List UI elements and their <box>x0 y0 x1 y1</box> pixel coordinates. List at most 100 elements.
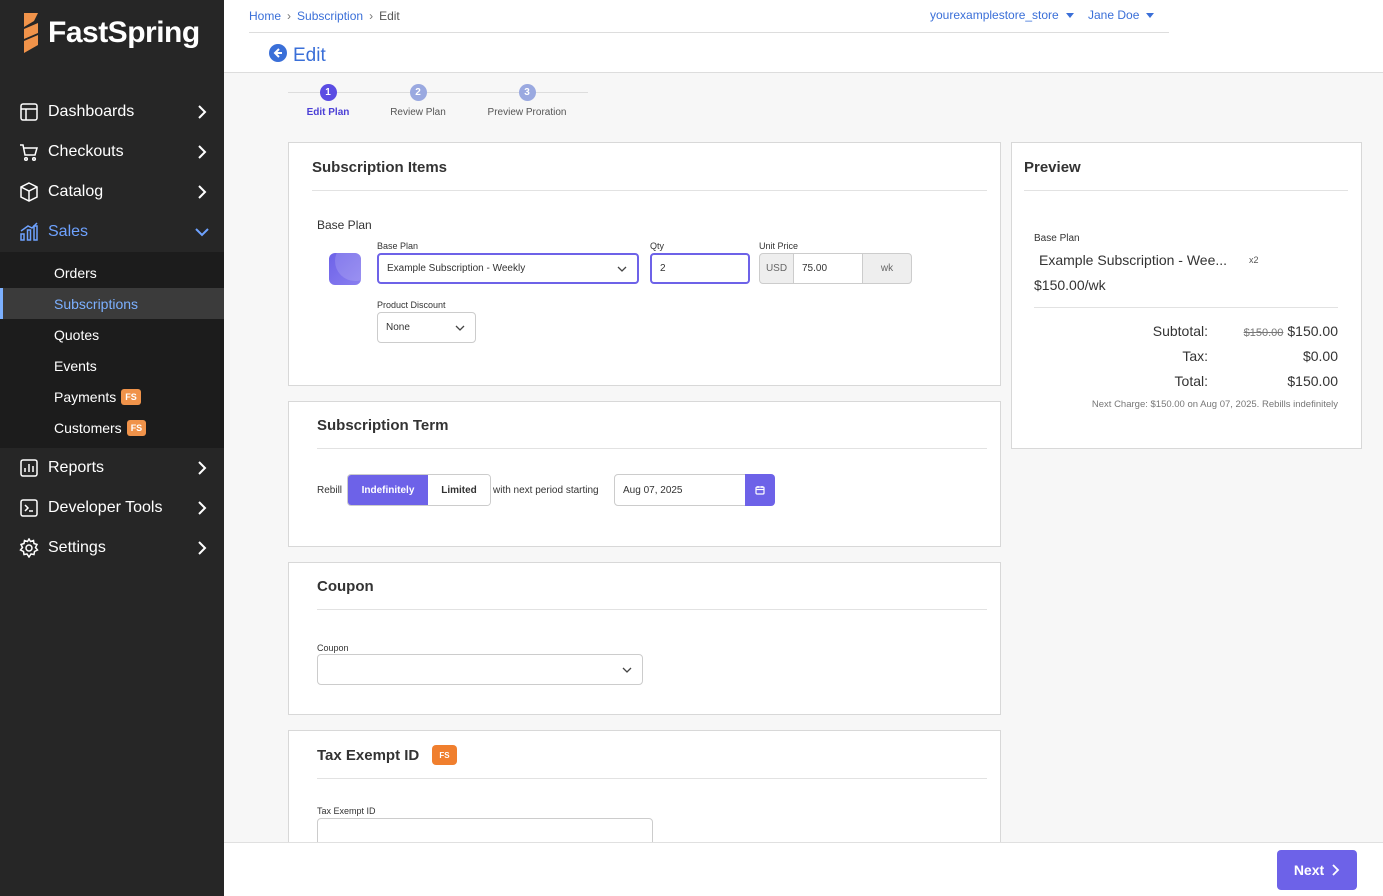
user-menu[interactable]: Jane Doe <box>1088 8 1155 22</box>
calendar-button[interactable] <box>745 474 775 506</box>
unit-price-input[interactable]: 75.00 <box>793 253 863 284</box>
fastspring-logo-icon <box>24 13 38 53</box>
subnav-item-events[interactable]: Events <box>0 350 224 381</box>
bottom-action-bar: Next <box>224 842 1383 896</box>
next-button[interactable]: Next <box>1277 850 1357 890</box>
card-divider <box>312 190 987 191</box>
subnav-item-label: Orders <box>54 264 97 281</box>
start-date-value: Aug 07, 2025 <box>623 484 683 496</box>
subtotal-label: Subtotal: <box>1152 323 1208 339</box>
step-preview-proration[interactable]: 3 Preview Proration <box>478 84 576 118</box>
step-number: 1 <box>319 84 337 101</box>
store-switcher[interactable]: yourexamplestore_store <box>930 8 1074 22</box>
chevron-right-icon <box>194 540 210 556</box>
chart-icon <box>18 221 40 243</box>
step-label: Edit Plan <box>306 107 350 118</box>
step-label: Review Plan <box>390 107 446 118</box>
plan-image <box>329 253 361 285</box>
sales-subnav: Orders Subscriptions Quotes Events Payme… <box>0 252 224 448</box>
sidebar-item-catalog[interactable]: Catalog <box>0 172 224 212</box>
store-name: yourexamplestore_store <box>930 8 1059 22</box>
breadcrumb-current: Edit <box>379 9 400 23</box>
sidebar-item-label: Settings <box>48 539 106 556</box>
subtotal-amount: $150.00 $150.00 <box>1208 323 1338 339</box>
subscription-items-card: Subscription Items Base Plan Base Plan E… <box>288 142 1001 386</box>
chevron-right-icon <box>194 500 210 516</box>
subnav-item-label: Customers <box>54 419 122 436</box>
chevron-right-icon <box>194 460 210 476</box>
calendar-icon <box>755 486 765 495</box>
sidebar-item-label: Checkouts <box>48 143 124 160</box>
breadcrumb-subscription-link[interactable]: Subscription <box>297 9 363 23</box>
fs-badge: FS <box>126 419 147 436</box>
sidebar-item-developer-tools[interactable]: Developer Tools <box>0 488 224 528</box>
sidebar-item-checkouts[interactable]: Checkouts <box>0 132 224 172</box>
preview-plan-name: Example Subscription - Wee... <box>1039 252 1228 268</box>
logo[interactable]: FastSpring <box>20 10 200 56</box>
preview-card: Preview Base Plan Example Subscription -… <box>1011 142 1362 449</box>
breadcrumb-separator-icon: › <box>287 9 292 23</box>
chevron-right-icon <box>1332 864 1340 876</box>
total-label: Total: <box>1174 373 1208 389</box>
step-review-plan[interactable]: 2 Review Plan <box>383 84 453 118</box>
card-divider <box>1034 307 1338 308</box>
stepper: 1 Edit Plan 2 Review Plan 3 Preview Pror… <box>288 82 588 127</box>
start-date-input[interactable]: Aug 07, 2025 <box>614 474 746 506</box>
product-discount-select[interactable]: None <box>377 312 476 343</box>
chevron-down-icon <box>622 667 632 673</box>
card-divider <box>317 448 987 449</box>
subnav-item-label: Subscriptions <box>54 295 139 312</box>
chevron-down-icon <box>194 224 210 240</box>
subnav-item-customers[interactable]: Customers FS <box>0 412 224 443</box>
terminal-icon <box>18 497 40 519</box>
subnav-item-orders[interactable]: Orders <box>0 257 224 288</box>
step-edit-plan[interactable]: 1 Edit Plan <box>300 84 356 118</box>
sidebar-item-dashboards[interactable]: Dashboards <box>0 92 224 132</box>
rebill-limited-button[interactable]: Limited <box>428 475 490 505</box>
subnav-item-subscriptions[interactable]: Subscriptions <box>0 288 224 319</box>
rebill-toggle: Indefinitely Limited <box>347 474 491 506</box>
caret-down-icon <box>1065 12 1074 18</box>
chevron-right-icon <box>194 104 210 120</box>
header-divider <box>249 32 1169 33</box>
qty-input[interactable]: 2 <box>650 253 750 284</box>
subtotal-original: $150.00 <box>1243 327 1284 339</box>
page-title-text: Edit <box>293 45 326 66</box>
step-number: 3 <box>518 84 536 101</box>
total-value: $150.00 <box>1287 373 1338 389</box>
gear-icon <box>18 537 40 559</box>
sidebar-item-reports[interactable]: Reports <box>0 448 224 488</box>
product-discount-label: Product Discount <box>377 300 446 310</box>
subnav-item-label: Quotes <box>54 326 100 343</box>
subnav-item-quotes[interactable]: Quotes <box>0 319 224 350</box>
sidebar-item-label: Reports <box>48 459 105 476</box>
fs-badge: FS <box>432 745 457 765</box>
card-title: Preview <box>1024 159 1081 176</box>
breadcrumb: Home › Subscription › Edit <box>249 9 400 23</box>
sidebar-item-settings[interactable]: Settings <box>0 528 224 568</box>
breadcrumb-separator-icon: › <box>369 9 374 23</box>
base-plan-value: Example Subscription - Weekly <box>387 263 526 274</box>
preview-plan-price: $150.00/wk <box>1034 277 1106 293</box>
card-title: Tax Exempt ID <box>317 747 420 764</box>
currency-text: USD <box>765 263 788 274</box>
chevron-down-icon <box>455 325 465 331</box>
breadcrumb-home-link[interactable]: Home <box>249 9 281 23</box>
coupon-select[interactable] <box>317 654 643 685</box>
card-title: Subscription Items <box>312 159 448 176</box>
base-plan-select[interactable]: Example Subscription - Weekly <box>377 253 639 284</box>
sidebar-nav: Dashboards Checkouts Catalog Sales Order… <box>0 92 224 568</box>
period-text: wk <box>880 263 894 274</box>
tax-exempt-card: Tax Exempt ID FS Tax Exempt ID <box>288 730 1001 850</box>
step-number: 2 <box>409 84 427 101</box>
rebill-indefinitely-button[interactable]: Indefinitely <box>348 475 428 505</box>
preview-plan-qty: x2 <box>1249 255 1259 265</box>
page-title: Edit <box>269 44 326 68</box>
qty-value: 2 <box>660 263 666 274</box>
back-arrow-icon[interactable] <box>269 44 287 68</box>
fs-badge: FS <box>121 388 141 405</box>
subnav-item-payments[interactable]: Payments FS <box>0 381 224 412</box>
box-icon <box>18 181 40 203</box>
sidebar: FastSpring Dashboards Checkouts Catalog <box>0 0 224 896</box>
sidebar-item-sales[interactable]: Sales <box>0 212 224 252</box>
